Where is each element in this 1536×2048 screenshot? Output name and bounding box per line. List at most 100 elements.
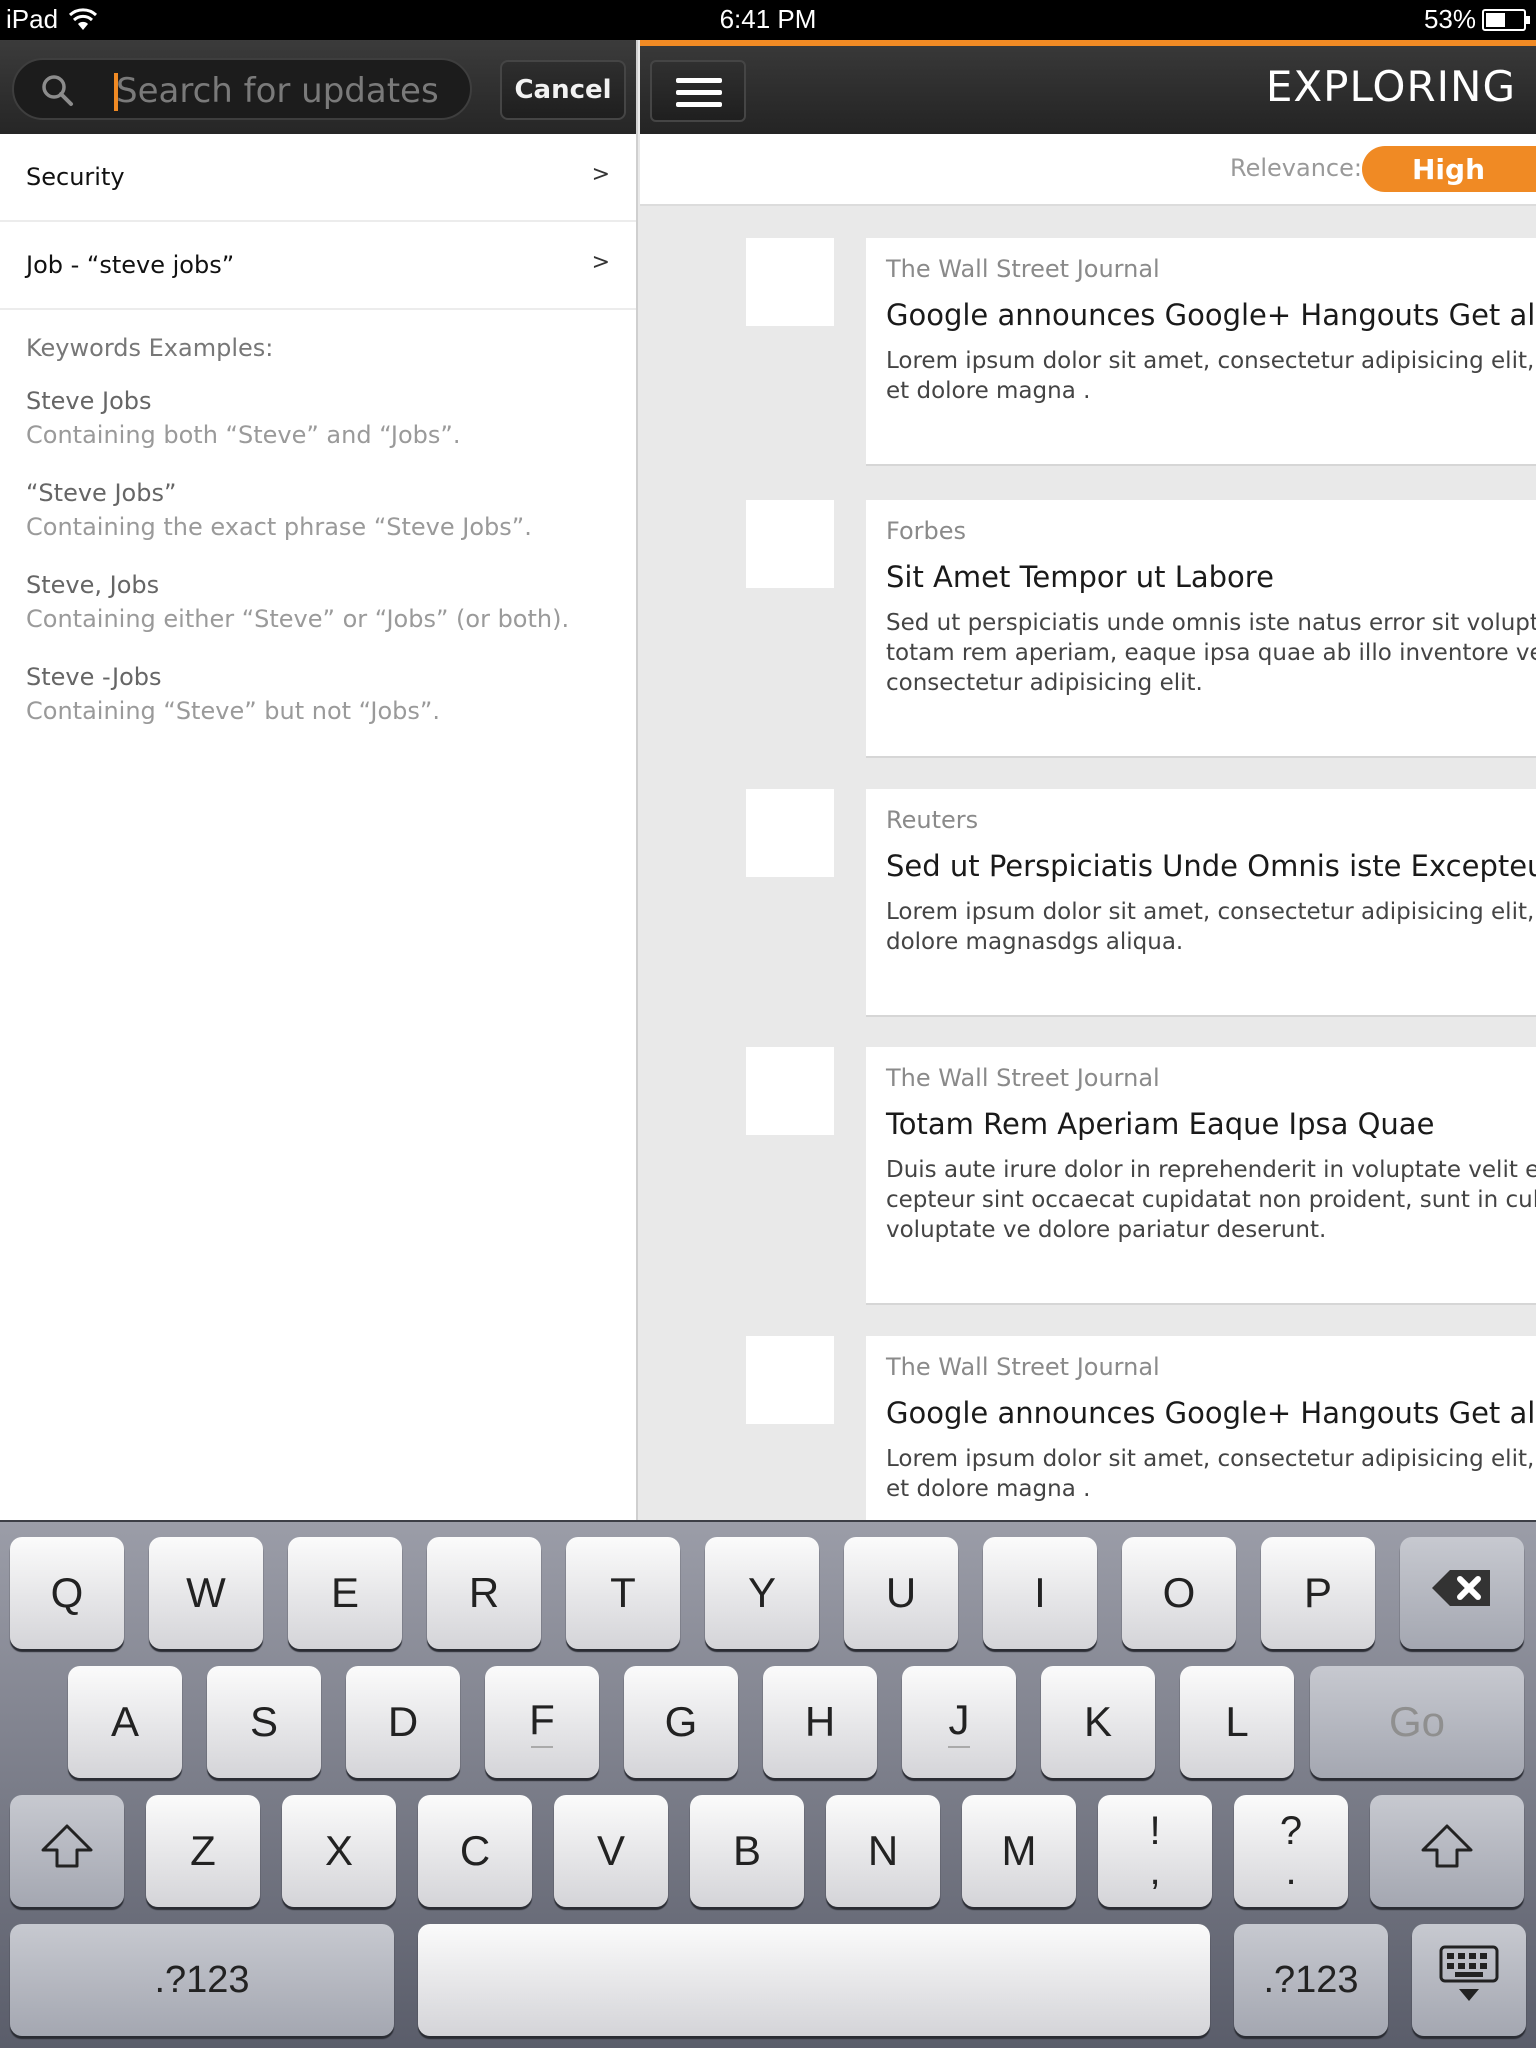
key-s[interactable]: S [207,1666,321,1778]
key-x[interactable]: X [282,1795,396,1907]
keyword-description: Containing either “Steve” or “Jobs” (or … [26,605,570,633]
space-key[interactable] [418,1924,1210,2036]
news-source: Reuters [886,806,979,834]
news-card[interactable]: The Wall Street Journal Google announces… [866,238,1536,466]
key-c[interactable]: C [418,1795,532,1907]
news-card[interactable]: Reuters Sed ut Perspiciatis Unde Omnis i… [866,789,1536,1017]
shift-key-left[interactable] [10,1795,124,1907]
news-thumbnail [746,1047,834,1135]
key-j[interactable]: J [902,1666,1016,1778]
news-thumbnail [746,789,834,877]
key-i[interactable]: I [983,1537,1097,1649]
key-bottom-label: , [1149,1849,1161,1893]
keyword-term: Steve Jobs [26,387,152,415]
news-headline[interactable]: Sit Amet Tempor ut Labore [886,558,1536,596]
go-key[interactable]: Go [1310,1666,1524,1778]
saved-search-label: Security [26,163,125,191]
feed-header: EXPLORING [640,46,1536,134]
key-u[interactable]: U [844,1537,958,1649]
key-w[interactable]: W [149,1537,263,1649]
key-y[interactable]: Y [705,1537,819,1649]
backspace-key[interactable] [1400,1537,1524,1649]
key-d[interactable]: D [346,1666,460,1778]
key-g[interactable]: G [624,1666,738,1778]
key-k[interactable]: K [1041,1666,1155,1778]
keyword-example: Steve -Jobs Containing “Steve” but not “… [26,660,610,728]
key-z[interactable]: Z [146,1795,260,1907]
news-source: The Wall Street Journal [886,255,1160,283]
key-exclamation-comma[interactable]: ! , [1098,1795,1212,1907]
keyword-description: Containing both “Steve” and “Jobs”. [26,421,461,449]
feed-panel: EXPLORING Relevance: High The Wall Stree… [640,40,1536,1520]
keywords-title: Keywords Examples: [26,334,274,362]
onscreen-keyboard: Q W E R T Y U I O P A S D F G H J K L Go… [0,1520,1536,2048]
saved-search-job[interactable]: Job - “steve jobs” > [0,222,636,310]
key-o[interactable]: O [1122,1537,1236,1649]
news-headline[interactable]: Sed ut Perspiciatis Unde Omnis iste Exce… [886,847,1536,885]
cancel-button[interactable]: Cancel [500,60,626,120]
key-a[interactable]: A [68,1666,182,1778]
relevance-label: Relevance: [1230,154,1362,182]
menu-button[interactable] [650,60,746,122]
key-h[interactable]: H [763,1666,877,1778]
keyboard-hide-icon [1439,1945,1499,2001]
news-source: The Wall Street Journal [886,1353,1160,1381]
saved-search-label: Job - “steve jobs” [26,251,235,279]
key-p[interactable]: P [1261,1537,1375,1649]
status-bar: iPad 6:41 PM 53% [0,0,1536,40]
key-top-label: ! [1149,1809,1161,1853]
key-label: F [529,1696,555,1743]
key-n[interactable]: N [826,1795,940,1907]
key-l[interactable]: L [1180,1666,1294,1778]
key-r[interactable]: R [427,1537,541,1649]
page-title: EXPLORING [1265,62,1516,111]
key-q[interactable]: Q [10,1537,124,1649]
news-thumbnail [746,238,834,326]
keyword-term: Steve, Jobs [26,571,160,599]
search-input[interactable] [116,68,456,114]
news-summary: Lorem ipsum dolor sit amet, consectetur … [886,348,1535,404]
keywords-examples: Keywords Examples: Steve Jobs Containing… [0,310,636,776]
key-v[interactable]: V [554,1795,668,1907]
news-source: The Wall Street Journal [886,1064,1160,1092]
chevron-right-icon: > [591,250,610,275]
key-top-label: ? [1279,1809,1303,1853]
news-headline[interactable]: Google announces Google+ Hangouts Get al… [886,1394,1536,1432]
numbers-key-right[interactable]: .?123 [1234,1924,1388,2036]
news-card[interactable]: The Wall Street Journal Totam Rem Aperia… [866,1047,1536,1305]
shift-key-right[interactable] [1370,1795,1524,1907]
shift-icon [1421,1824,1473,1868]
saved-search-security[interactable]: Security > [0,134,636,222]
search-header: Cancel [0,40,636,134]
key-question-period[interactable]: ? . [1234,1795,1348,1907]
key-m[interactable]: M [962,1795,1076,1907]
relevance-toggle[interactable]: High [1362,146,1536,192]
key-b[interactable]: B [690,1795,804,1907]
clock: 6:41 PM [719,4,817,34]
search-panel: Cancel Security > Job - “steve jobs” > K… [0,40,638,1520]
chevron-right-icon: > [591,162,610,187]
keyword-term: “Steve Jobs” [26,479,177,507]
news-headline[interactable]: Totam Rem Aperiam Eaque Ipsa Quae [886,1105,1536,1143]
keyword-example: Steve, Jobs Containing either “Steve” or… [26,568,610,636]
keyword-description: Containing “Steve” but not “Jobs”. [26,697,440,725]
news-card[interactable]: The Wall Street Journal Google announces… [866,1336,1536,1520]
key-t[interactable]: T [566,1537,680,1649]
key-f[interactable]: F [485,1666,599,1778]
key-e[interactable]: E [288,1537,402,1649]
numbers-key-left[interactable]: .?123 [10,1924,394,2036]
search-box[interactable] [12,58,472,120]
keyword-example: Steve Jobs Containing both “Steve” and “… [26,384,610,452]
news-headline[interactable]: Google announces Google+ Hangouts Get al… [886,296,1536,334]
news-thumbnail [746,1336,834,1424]
hide-keyboard-key[interactable] [1412,1924,1526,2036]
news-source: Forbes [886,517,967,545]
news-thumbnail [746,500,834,588]
news-summary: Sed ut perspiciatis unde omnis iste natu… [886,610,1536,696]
news-summary: Duis aute irure dolor in reprehenderit i… [886,1157,1536,1243]
relevance-bar: Relevance: High [640,134,1536,206]
news-card[interactable]: Forbes Sit Amet Tempor ut Labore Sed ut … [866,500,1536,758]
keyword-term: Steve -Jobs [26,663,162,691]
battery-percent: 53% [1423,4,1476,34]
shift-icon [41,1824,93,1868]
